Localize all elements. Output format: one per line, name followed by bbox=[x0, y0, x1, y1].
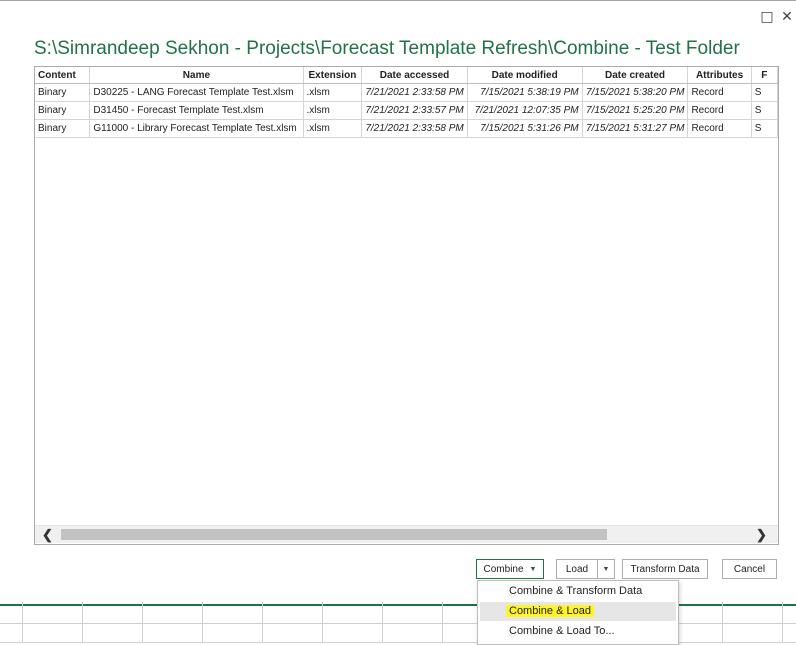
cell-date-modified: 7/21/2021 12:07:35 PM bbox=[467, 101, 583, 120]
cell-name: G11000 - Library Forecast Template Test.… bbox=[89, 119, 304, 138]
menu-item-label: Combine & Load To... bbox=[509, 625, 615, 637]
cell-date-modified: 7/15/2021 5:31:26 PM bbox=[467, 119, 583, 138]
maximize-icon[interactable]: □ bbox=[758, 8, 776, 26]
load-button-label: Load bbox=[565, 564, 589, 575]
combine-button[interactable]: Combine ▼ bbox=[476, 559, 544, 579]
table-row[interactable]: Binary G11000 - Library Forecast Templat… bbox=[35, 119, 778, 138]
gridline bbox=[22, 602, 23, 643]
scroll-right-icon[interactable]: ❯ bbox=[753, 526, 770, 543]
cell-extension: .xlsm bbox=[303, 101, 363, 120]
load-button[interactable]: Load bbox=[556, 559, 598, 579]
cell-name: D31450 - Forecast Template Test.xlsm bbox=[89, 101, 304, 120]
combine-button-label: Combine bbox=[483, 564, 524, 575]
table-row[interactable]: Binary D30225 - LANG Forecast Template T… bbox=[35, 83, 778, 102]
gridline bbox=[722, 602, 723, 643]
cell-date-created: 7/15/2021 5:25:20 PM bbox=[582, 101, 689, 120]
cell-date-accessed: 7/21/2021 2:33:57 PM bbox=[361, 101, 468, 120]
transform-data-button-label: Transform Data bbox=[630, 564, 700, 575]
scroll-thumb[interactable] bbox=[61, 529, 607, 540]
column-header-attributes[interactable]: Attributes bbox=[687, 67, 752, 84]
horizontal-scrollbar[interactable]: ❮ ❯ bbox=[35, 525, 778, 543]
load-dropdown-button[interactable]: ▼ bbox=[597, 559, 615, 579]
cell-name: D30225 - LANG Forecast Template Test.xls… bbox=[89, 83, 304, 102]
folder-path-title: S:\Simrandeep Sekhon - Projects\Forecast… bbox=[34, 38, 740, 59]
gridline bbox=[142, 602, 143, 643]
menu-item-combine-load[interactable]: Combine & Load bbox=[480, 602, 676, 621]
cell-attributes: Record bbox=[687, 119, 752, 138]
cell-attributes: Record bbox=[687, 83, 752, 102]
column-header-content[interactable]: Content bbox=[35, 67, 91, 84]
column-header-name[interactable]: Name bbox=[89, 67, 304, 84]
cell-content: Binary bbox=[35, 119, 91, 138]
files-table: Content Name Extension Date accessed Dat… bbox=[35, 67, 778, 138]
close-icon[interactable]: ✕ bbox=[778, 8, 796, 26]
gridline bbox=[82, 602, 83, 643]
cell-date-created: 7/15/2021 5:31:27 PM bbox=[582, 119, 689, 138]
cell-extension: .xlsm bbox=[303, 119, 363, 138]
scroll-left-icon[interactable]: ❮ bbox=[39, 526, 56, 543]
cell-folder-path: S bbox=[751, 101, 778, 120]
cell-date-accessed: 7/21/2021 2:33:58 PM bbox=[361, 83, 468, 102]
cancel-button-label: Cancel bbox=[733, 564, 766, 575]
cell-folder-path: S bbox=[751, 119, 778, 138]
cell-content: Binary bbox=[35, 101, 91, 120]
window-top-border bbox=[0, 0, 796, 1]
column-header-folder-path[interactable]: F bbox=[751, 67, 778, 84]
table-row[interactable]: Binary D31450 - Forecast Template Test.x… bbox=[35, 101, 778, 120]
cell-date-accessed: 7/21/2021 2:33:58 PM bbox=[361, 119, 468, 138]
gridline bbox=[322, 602, 323, 643]
cancel-button[interactable]: Cancel bbox=[722, 559, 777, 579]
cell-date-modified: 7/15/2021 5:38:19 PM bbox=[467, 83, 583, 102]
column-header-date-created[interactable]: Date created bbox=[582, 67, 689, 84]
column-header-date-modified[interactable]: Date modified bbox=[467, 67, 583, 84]
gridline bbox=[442, 602, 443, 643]
header-row: Content Name Extension Date accessed Dat… bbox=[35, 67, 778, 84]
cell-extension: .xlsm bbox=[303, 83, 363, 102]
transform-data-button[interactable]: Transform Data bbox=[622, 559, 708, 579]
column-header-extension[interactable]: Extension bbox=[303, 67, 363, 84]
chevron-down-icon: ▼ bbox=[602, 566, 610, 573]
file-preview-grid[interactable]: Content Name Extension Date accessed Dat… bbox=[34, 66, 779, 545]
menu-item-label: Combine & Load bbox=[506, 605, 594, 617]
menu-item-label: Combine & Transform Data bbox=[509, 585, 643, 597]
cell-content: Binary bbox=[35, 83, 91, 102]
chevron-down-icon: ▼ bbox=[529, 566, 537, 573]
column-header-date-accessed[interactable]: Date accessed bbox=[361, 67, 468, 84]
menu-item-combine-transform[interactable]: Combine & Transform Data bbox=[480, 582, 676, 601]
gridline bbox=[782, 602, 783, 643]
gridline bbox=[262, 602, 263, 643]
combine-dropdown-menu: Combine & Transform Data Combine & Load … bbox=[477, 580, 679, 645]
cell-folder-path: S bbox=[751, 83, 778, 102]
gridline bbox=[202, 602, 203, 643]
gridline bbox=[382, 602, 383, 643]
cell-date-created: 7/15/2021 5:38:20 PM bbox=[582, 83, 689, 102]
menu-item-combine-load-to[interactable]: Combine & Load To... bbox=[480, 622, 676, 641]
cell-attributes: Record bbox=[687, 101, 752, 120]
